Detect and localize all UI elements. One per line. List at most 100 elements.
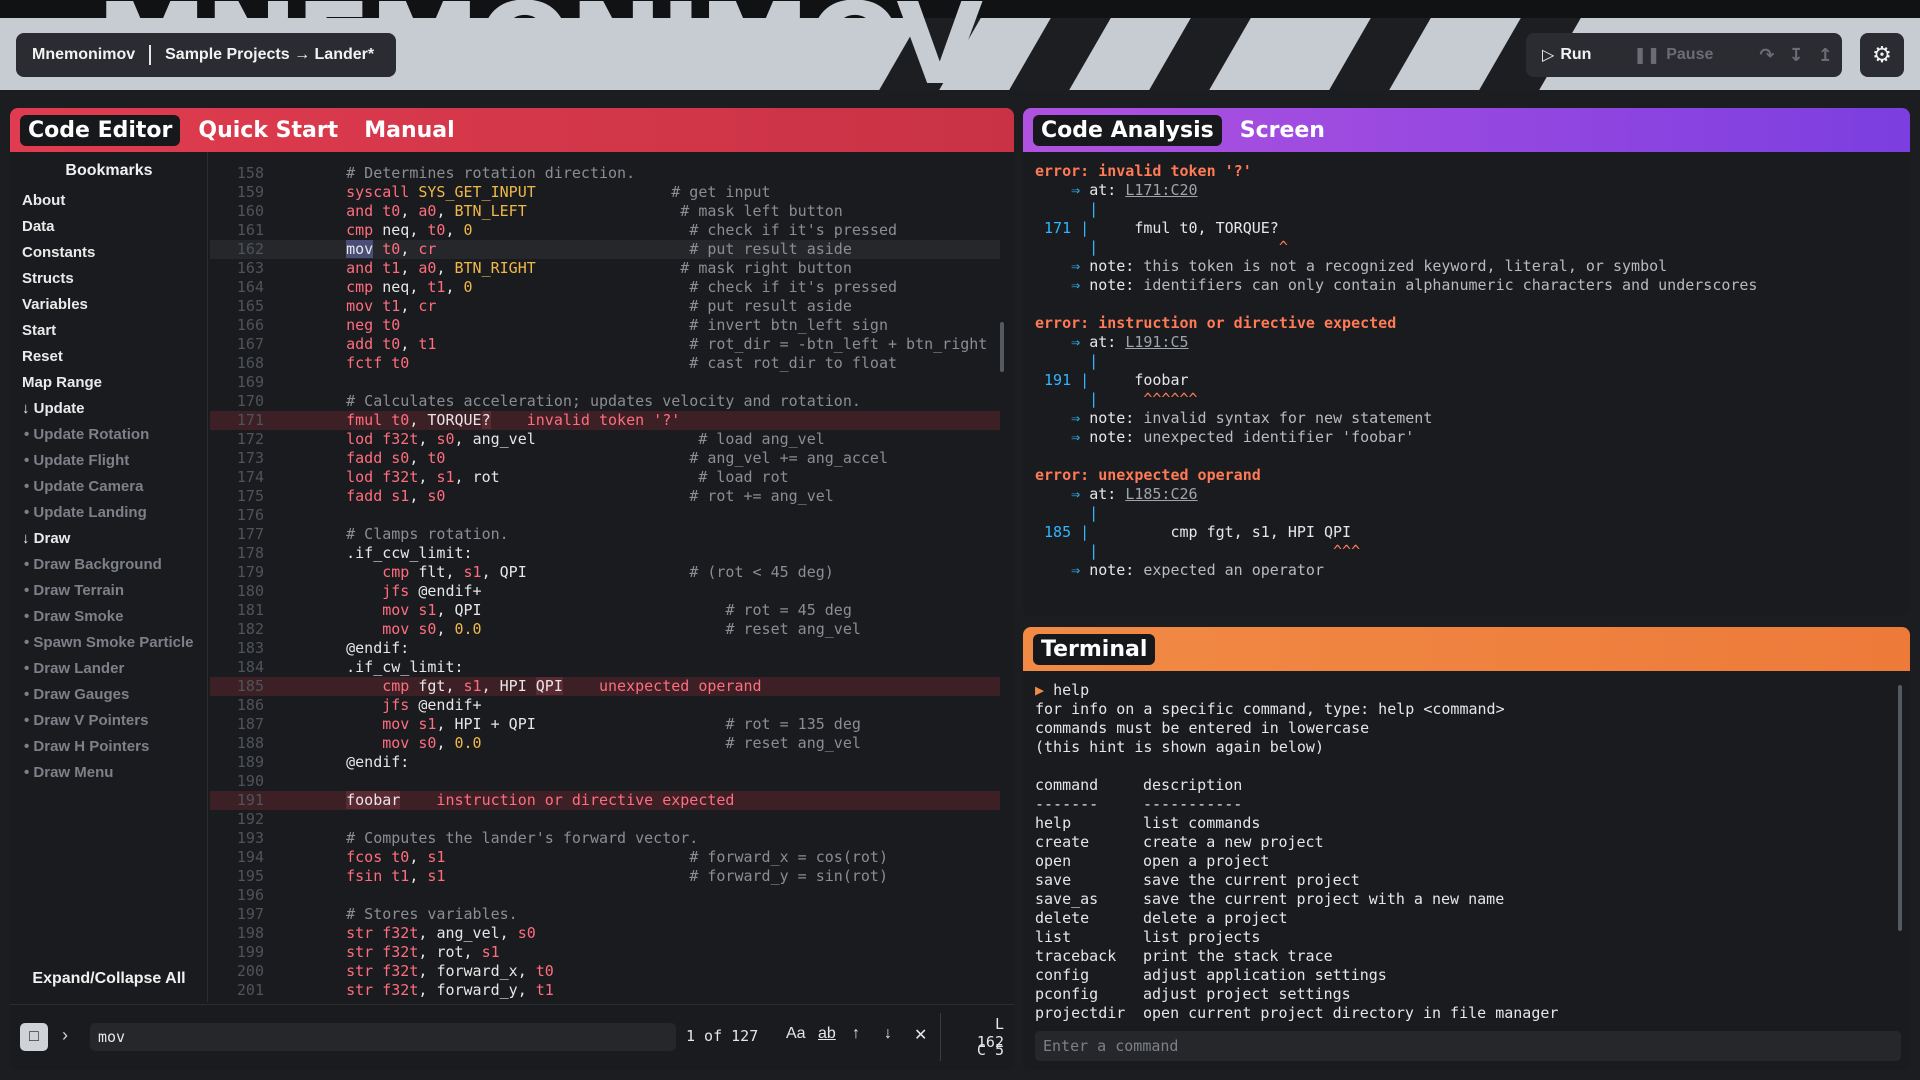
code-line[interactable]: 162 mov t0, cr # put result aside [210, 240, 1000, 259]
code-line[interactable]: 189 @endif: [210, 753, 1000, 772]
line-number[interactable]: 181 [210, 601, 264, 620]
code-line-error[interactable]: 191 foobar instruction or directive expe… [210, 791, 1000, 810]
run-button[interactable]: ▷ Run [1542, 45, 1591, 65]
bookmark-item[interactable]: ↓ Draw [22, 526, 208, 552]
tab-screen[interactable]: Screen [1232, 115, 1333, 146]
code-line[interactable]: 164 cmp neq, t1, 0 # check if it's press… [210, 278, 1000, 297]
line-number[interactable]: 168 [210, 354, 264, 373]
code-line[interactable]: 184 .if_cw_limit: [210, 658, 1000, 677]
code-line[interactable]: 194 fcos t0, s1 # forward_x = cos(rot) [210, 848, 1000, 867]
code-line[interactable]: 186 jfs @endif+ [210, 696, 1000, 715]
bookmark-item[interactable]: • Draw Menu [22, 760, 208, 786]
bookmark-item[interactable]: • Update Camera [22, 474, 208, 500]
line-number[interactable]: 174 [210, 468, 264, 487]
line-number[interactable]: 196 [210, 886, 264, 905]
bookmark-item[interactable]: • Draw Gauges [22, 682, 208, 708]
find-next-icon[interactable]: ↓ [884, 1025, 892, 1043]
line-number[interactable]: 188 [210, 734, 264, 753]
line-number[interactable]: 171 [210, 411, 264, 430]
settings-button[interactable]: ⚙ [1860, 33, 1904, 77]
find-input[interactable] [90, 1023, 676, 1051]
line-number[interactable]: 177 [210, 525, 264, 544]
line-number[interactable]: 159 [210, 183, 264, 202]
line-number[interactable]: 197 [210, 905, 264, 924]
line-number[interactable]: 182 [210, 620, 264, 639]
code-line[interactable]: 166 neg t0 # invert btn_left sign [210, 316, 1000, 335]
code-line[interactable]: 198 str f32t, ang_vel, s0 [210, 924, 1000, 943]
code-line-error[interactable]: 171 fmul t0, TORQUE? invalid token '?' [210, 411, 1000, 430]
line-number[interactable]: 179 [210, 563, 264, 582]
code-line[interactable]: 200 str f32t, forward_x, t0 [210, 962, 1000, 981]
code-line[interactable]: 201 str f32t, forward_y, t1 [210, 981, 1000, 1000]
bookmark-item[interactable]: Data [22, 214, 208, 240]
bookmark-item[interactable]: • Draw Terrain [22, 578, 208, 604]
line-number[interactable]: 161 [210, 221, 264, 240]
code-line[interactable]: 181 mov s1, QPI # rot = 45 deg [210, 601, 1000, 620]
pause-button[interactable]: ❚❚ Pause [1633, 45, 1713, 65]
tab-manual[interactable]: Manual [356, 115, 462, 146]
code-line[interactable]: 187 mov s1, HPI + QPI # rot = 135 deg [210, 715, 1000, 734]
line-number[interactable]: 195 [210, 867, 264, 886]
step-over-icon[interactable]: ↷ [1759, 45, 1774, 66]
line-number[interactable]: 170 [210, 392, 264, 411]
match-case-button[interactable]: Aa [786, 1025, 806, 1043]
line-number[interactable]: 183 [210, 639, 264, 658]
bookmark-item[interactable]: Variables [22, 292, 208, 318]
diagnostic-location-link[interactable]: L191:C5 [1125, 333, 1188, 351]
step-into-icon[interactable]: ↧ [1788, 45, 1803, 66]
code-line[interactable]: 174 lod f32t, s1, rot # load rot [210, 468, 1000, 487]
line-number[interactable]: 187 [210, 715, 264, 734]
line-number[interactable]: 175 [210, 487, 264, 506]
line-number[interactable]: 184 [210, 658, 264, 677]
bookmark-item[interactable]: • Update Rotation [22, 422, 208, 448]
project-path[interactable]: Sample Projects → Lander* [165, 46, 374, 64]
step-out-icon[interactable]: ↥ [1818, 45, 1833, 66]
line-number[interactable]: 200 [210, 962, 264, 981]
code-line[interactable]: 175 fadd s1, s0 # rot += ang_vel [210, 487, 1000, 506]
bookmark-item[interactable]: • Draw Smoke [22, 604, 208, 630]
code-line[interactable]: 161 cmp neq, t0, 0 # check if it's press… [210, 221, 1000, 240]
bookmark-item[interactable]: Structs [22, 266, 208, 292]
bookmark-item[interactable]: Constants [22, 240, 208, 266]
bookmark-item[interactable]: • Draw Background [22, 552, 208, 578]
bookmark-item[interactable]: • Update Landing [22, 500, 208, 526]
code-line[interactable]: 182 mov s0, 0.0 # reset ang_vel [210, 620, 1000, 639]
code-line[interactable]: 178 .if_ccw_limit: [210, 544, 1000, 563]
line-number[interactable]: 169 [210, 373, 264, 392]
line-number[interactable]: 186 [210, 696, 264, 715]
tab-code-analysis[interactable]: Code Analysis [1033, 114, 1222, 146]
line-number[interactable]: 176 [210, 506, 264, 525]
code-line-error[interactable]: 185 cmp fgt, s1, HPI QPI unexpected oper… [210, 677, 1000, 696]
code-line[interactable]: 177 # Clamps rotation. [210, 525, 1000, 544]
code-line[interactable]: 179 cmp flt, s1, QPI # (rot < 45 deg) [210, 563, 1000, 582]
line-number[interactable]: 167 [210, 335, 264, 354]
line-number[interactable]: 158 [210, 164, 264, 183]
code-line[interactable]: 190 [210, 772, 1000, 791]
editor-scrollbar[interactable] [1000, 322, 1004, 372]
code-line[interactable]: 158 # Determines rotation direction. [210, 164, 1000, 183]
line-number[interactable]: 185 [210, 677, 264, 696]
line-number[interactable]: 192 [210, 810, 264, 829]
line-number[interactable]: 172 [210, 430, 264, 449]
code-line[interactable]: 192 [210, 810, 1000, 829]
code-line[interactable]: 183 @endif: [210, 639, 1000, 658]
code-line[interactable]: 160 and t0, a0, BTN_LEFT # mask left but… [210, 202, 1000, 221]
tab-terminal[interactable]: Terminal [1033, 633, 1156, 665]
code-area[interactable]: 158 # Determines rotation direction. 159 … [210, 164, 1000, 1000]
code-line[interactable]: 159 syscall SYS_GET_INPUT # get input [210, 183, 1000, 202]
line-number[interactable]: 164 [210, 278, 264, 297]
find-previous-icon[interactable]: ↑ [852, 1025, 860, 1043]
code-line[interactable]: 169 [210, 373, 1000, 392]
bookmark-item[interactable]: • Draw Lander [22, 656, 208, 682]
code-line[interactable]: 170 # Calculates acceleration; updates v… [210, 392, 1000, 411]
line-number[interactable]: 193 [210, 829, 264, 848]
code-line[interactable]: 195 fsin t1, s1 # forward_y = sin(rot) [210, 867, 1000, 886]
code-line[interactable]: 163 and t1, a0, BTN_RIGHT # mask right b… [210, 259, 1000, 278]
whole-word-button[interactable]: ab [818, 1025, 836, 1043]
bookmark-item[interactable]: • Draw H Pointers [22, 734, 208, 760]
code-line[interactable]: 165 mov t1, cr # put result aside [210, 297, 1000, 316]
line-number[interactable]: 194 [210, 848, 264, 867]
app-name[interactable]: Mnemonimov [32, 46, 135, 64]
close-find-icon[interactable]: ✕ [914, 1025, 927, 1045]
line-number[interactable]: 199 [210, 943, 264, 962]
